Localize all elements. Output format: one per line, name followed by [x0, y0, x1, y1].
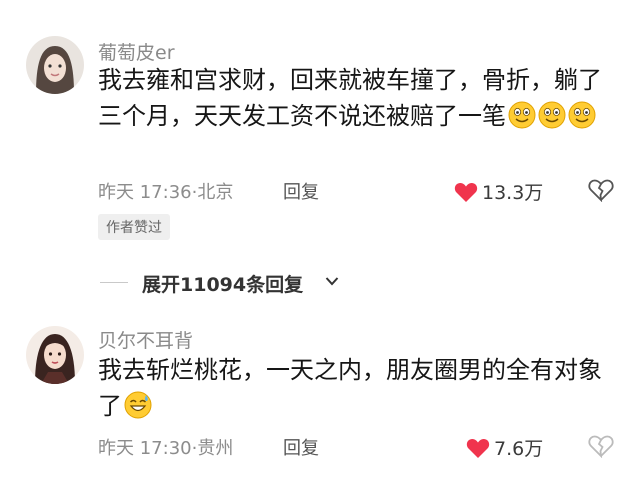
avatar[interactable] — [26, 36, 84, 94]
like-button[interactable]: 13.3万 — [454, 178, 543, 205]
timestamp: 昨天 17:36 — [98, 182, 192, 203]
username[interactable]: 葡萄皮er — [98, 38, 175, 65]
comment-meta: 昨天 17:30·贵州 — [98, 434, 233, 460]
dislike-broken-heart-icon[interactable] — [588, 178, 614, 202]
expand-divider — [100, 282, 128, 283]
expand-replies-label[interactable]: 展开11094条回复 — [142, 270, 303, 297]
like-button[interactable]: 7.6万 — [466, 434, 543, 461]
user-avatar-image — [26, 36, 84, 94]
timestamp: 昨天 17:30 — [98, 438, 192, 459]
location: 北京 — [197, 182, 234, 203]
chevron-down-icon — [325, 277, 339, 286]
comment-text: 我去斩烂桃花，一天之内，朋友圈男的全有对象了 — [98, 352, 618, 424]
like-count: 7.6万 — [494, 438, 544, 460]
grin-emoji — [568, 101, 596, 129]
avatar[interactable] — [26, 326, 84, 384]
grin-emoji — [538, 101, 566, 129]
reply-button[interactable]: 回复 — [283, 434, 319, 460]
comment-meta: 昨天 17:36·北京 — [98, 178, 233, 204]
sweat-smile-emoji — [124, 391, 152, 419]
reply-button[interactable]: 回复 — [283, 178, 319, 204]
heart-icon — [466, 438, 490, 458]
username[interactable]: 贝尔不耳背 — [98, 326, 193, 353]
location: 贵州 — [197, 438, 234, 459]
expand-replies[interactable]: 展开11094条回复 — [0, 268, 640, 296]
comment-text: 我去雍和宫求财，回来就被车撞了，骨折，躺了三个月，天天发工资不说还被赔了一笔 — [98, 62, 618, 134]
like-count: 13.3万 — [482, 182, 544, 204]
comment-body: 我去斩烂桃花，一天之内，朋友圈男的全有对象了 — [98, 356, 602, 420]
user-avatar-image — [26, 326, 84, 384]
heart-icon — [454, 182, 478, 202]
author-liked-badge: 作者赞过 — [98, 214, 170, 240]
dislike-broken-heart-icon[interactable] — [588, 434, 614, 458]
grin-emoji — [508, 101, 536, 129]
